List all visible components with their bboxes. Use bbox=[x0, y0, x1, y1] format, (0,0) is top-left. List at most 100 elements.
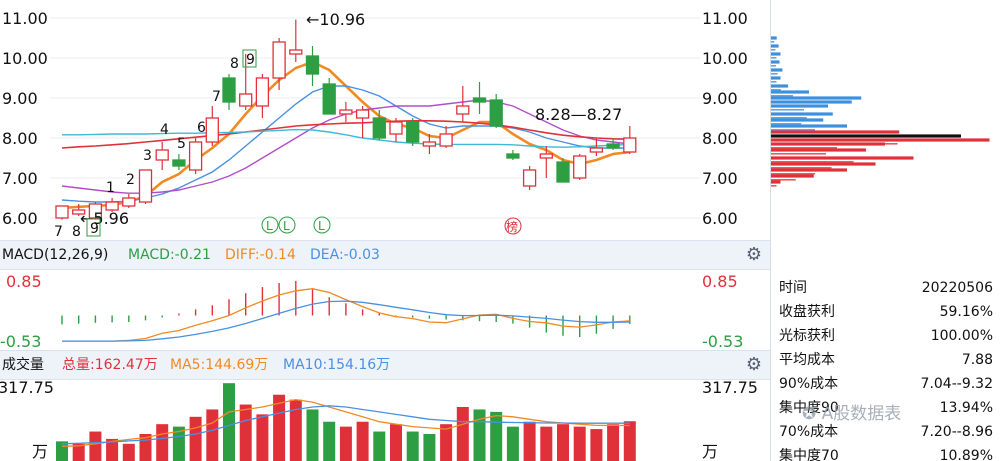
volume-ma10: MA10:154.16万 bbox=[283, 357, 391, 373]
price-axis-label-left: 11.00 bbox=[2, 9, 48, 28]
macd-axis-bottom-right: -0.53 bbox=[702, 332, 743, 350]
volume-bar bbox=[156, 424, 169, 461]
chip-bar bbox=[771, 134, 961, 138]
volume-bar bbox=[373, 431, 386, 461]
volume-chart[interactable]: 317.75 万 317.75 万 bbox=[0, 379, 770, 461]
candle-body bbox=[422, 141, 437, 147]
macd-axis-top-right: 0.85 bbox=[702, 272, 738, 291]
count-label: 7 bbox=[212, 89, 221, 105]
chip-bar bbox=[771, 49, 776, 51]
candle-body bbox=[339, 109, 353, 115]
chip-bar bbox=[771, 41, 775, 43]
chip-bar bbox=[771, 112, 833, 116]
chip-bar bbox=[771, 153, 826, 155]
volume-bar bbox=[573, 426, 586, 461]
candle-body bbox=[322, 83, 336, 115]
volume-bar bbox=[356, 421, 369, 461]
chip-bar bbox=[771, 167, 832, 169]
wechat-icon: ✪ bbox=[802, 404, 822, 424]
chip-bar bbox=[771, 73, 778, 75]
volume-settings-gear-icon[interactable]: ⚙ bbox=[746, 351, 762, 379]
chip-bar bbox=[771, 174, 814, 178]
candle-body bbox=[539, 153, 553, 159]
candle-body bbox=[573, 155, 587, 179]
price-candlestick-chart[interactable]: 11.00 11.00 10.00 10.00 9.00 9.00 8.00 8.00 7.00… bbox=[0, 0, 770, 240]
price-axis-label-right: 6.00 bbox=[702, 209, 738, 228]
stock-chart-app: 11.00 11.00 10.00 10.00 9.00 9.00 8.00 8.00 7.00… bbox=[0, 0, 1000, 461]
chip-bar bbox=[771, 60, 780, 64]
macd-axis-top: 0.85 bbox=[6, 272, 42, 291]
macd-value: MACD:-0.21 bbox=[128, 247, 211, 263]
chip-bar bbox=[771, 180, 781, 184]
candle-body bbox=[406, 121, 420, 143]
chip-bar bbox=[771, 109, 804, 111]
volume-bar bbox=[623, 421, 636, 461]
candle-body bbox=[188, 141, 203, 171]
candle-body bbox=[439, 133, 453, 147]
candle-body bbox=[372, 117, 386, 139]
volume-bar bbox=[557, 424, 569, 461]
chip-bar bbox=[771, 96, 862, 100]
chip-bar bbox=[771, 130, 900, 134]
candle-body bbox=[623, 137, 637, 153]
volume-bar bbox=[540, 426, 553, 461]
info-label: 收盘获利 bbox=[779, 304, 835, 320]
volume-bar bbox=[206, 409, 219, 461]
chip-bar bbox=[771, 179, 796, 181]
chip-bar bbox=[771, 57, 777, 59]
candle-body bbox=[456, 105, 470, 115]
candle-body bbox=[472, 97, 487, 103]
chip-bar bbox=[771, 89, 781, 91]
price-axis-label-right: 11.00 bbox=[702, 9, 748, 28]
info-row: 光标获利 100.00% bbox=[779, 324, 997, 348]
volume-bar bbox=[306, 409, 319, 461]
price-axis-label-left: 7.00 bbox=[2, 169, 38, 188]
info-label: 平均成本 bbox=[779, 352, 835, 368]
volume-bar bbox=[122, 443, 135, 461]
macd-axis-bottom: -0.53 bbox=[0, 332, 41, 350]
volume-axis-top: 317.75 bbox=[0, 379, 54, 397]
volume-bar bbox=[189, 416, 202, 461]
macd-chart[interactable]: 0.85 -0.53 0.85 -0.53 bbox=[0, 269, 770, 350]
volume-ma5: MA5:144.69万 bbox=[170, 357, 269, 373]
info-value: 100.00% bbox=[930, 328, 993, 344]
info-label: 光标获利 bbox=[779, 328, 835, 344]
price-axis-label-right: 7.00 bbox=[702, 169, 738, 188]
info-label: 集中度70 bbox=[779, 448, 839, 461]
candle-body bbox=[55, 205, 69, 219]
chip-bar bbox=[771, 90, 809, 94]
candle-body bbox=[305, 55, 320, 75]
volume-bar bbox=[406, 431, 419, 461]
chip-bar bbox=[771, 162, 876, 166]
price-axis-label-right: 9.00 bbox=[702, 89, 738, 108]
chip-bar bbox=[771, 95, 793, 97]
chip-bar bbox=[771, 142, 885, 146]
volume-bar bbox=[323, 421, 336, 461]
bang-badge: 榜 bbox=[506, 219, 518, 234]
volume-bar bbox=[490, 411, 503, 461]
chip-bar bbox=[771, 117, 807, 119]
chip-distribution-chart bbox=[771, 36, 990, 187]
volume-header: 成交量 总量:162.47万 MA5:144.69万 MA10:154.16万 … bbox=[0, 350, 770, 380]
candle-body bbox=[522, 169, 537, 187]
info-value: 13.94% bbox=[939, 400, 993, 416]
count-label: 2 bbox=[126, 172, 135, 188]
candle-body bbox=[506, 153, 520, 159]
chip-bar bbox=[771, 52, 781, 56]
volume-axis-unit-right: 万 bbox=[702, 442, 718, 461]
info-row: 收盘获利 59.16% bbox=[779, 300, 997, 324]
info-row: 90%成本 7.04--9.32 bbox=[779, 372, 997, 396]
volume-bar bbox=[473, 409, 486, 461]
watermark: ✪ A股数据表 bbox=[802, 399, 901, 424]
macd-settings-gear-icon[interactable]: ⚙ bbox=[746, 241, 762, 269]
l-badge: L bbox=[318, 219, 325, 233]
volume-bar bbox=[607, 424, 620, 461]
price-axis-label-right: 10.00 bbox=[702, 49, 748, 68]
volume-axis-top-right: 317.75 bbox=[702, 379, 758, 397]
volume-bar bbox=[523, 421, 536, 461]
chip-info-panel: 时间 20220506 收盘获利 59.16% 光标获利 100.00% 平均成本 7.88 9… bbox=[771, 270, 1000, 461]
chip-bar bbox=[771, 100, 852, 104]
candle-body bbox=[255, 77, 270, 107]
watermark-text: A股数据表 bbox=[821, 404, 902, 424]
chip-bar bbox=[771, 147, 837, 149]
